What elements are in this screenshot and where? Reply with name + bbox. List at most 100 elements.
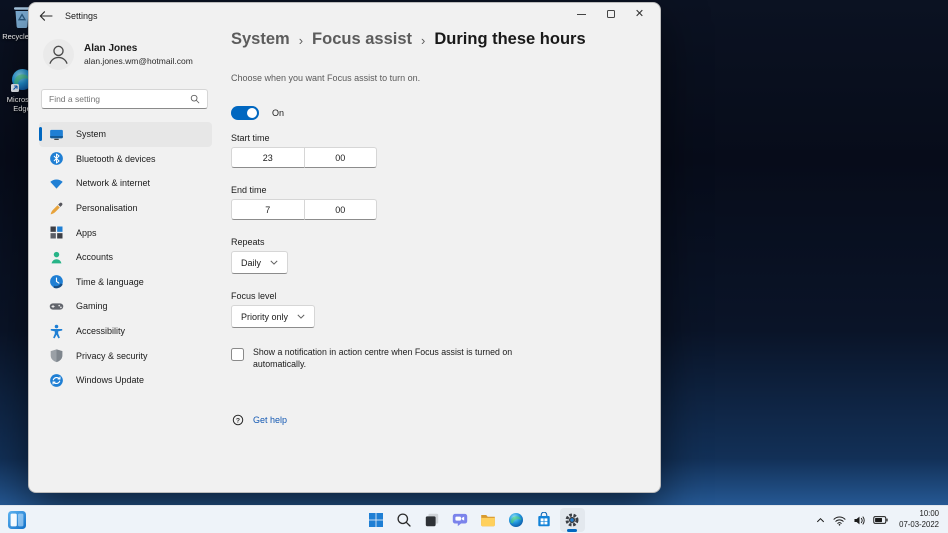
sidebar-item-label: System [76, 129, 107, 140]
page-description: Choose when you want Focus assist to tur… [231, 73, 421, 83]
selected-indicator [39, 127, 42, 141]
file-explorer-icon [481, 514, 495, 526]
taskbar-clock[interactable]: 10:00 07-03-2022 [899, 509, 939, 530]
settings-button[interactable] [559, 507, 585, 532]
sidebar-item-label: Network & internet [76, 178, 151, 189]
person-icon [49, 250, 64, 265]
breadcrumb: System › Focus assist › During these hou… [231, 30, 586, 49]
help-icon: ? [232, 414, 244, 426]
chevron-down-icon [297, 314, 305, 319]
start-time-label: Start time [231, 133, 270, 143]
wifi-icon [833, 515, 846, 526]
sidebar-item-accounts[interactable]: Accounts [39, 245, 212, 270]
battery-icon [873, 516, 888, 524]
settings-window: Settings ✕ Alan Jones alan.jones.wm@hotm… [28, 2, 661, 493]
taskbar-search-button[interactable] [392, 508, 417, 532]
sidebar-item-gaming[interactable]: Gaming [39, 294, 212, 319]
clock-globe-icon [49, 274, 64, 289]
chevron-down-icon [270, 260, 278, 265]
tray-network-button[interactable] [833, 515, 846, 526]
sidebar-item-apps[interactable]: Apps [39, 220, 212, 245]
toggle-state-label: On [272, 108, 285, 118]
chevron-right-icon: › [421, 32, 426, 48]
sidebar-item-label: Privacy & security [76, 350, 148, 361]
search-input[interactable] [49, 94, 190, 104]
settings-search [41, 89, 208, 109]
back-arrow-icon [39, 11, 53, 21]
sidebar-item-label: Windows Update [76, 375, 145, 386]
end-minute-input[interactable]: 00 [303, 199, 377, 220]
minimize-button[interactable] [567, 3, 596, 25]
edge-button[interactable] [504, 508, 529, 532]
notification-checkbox[interactable] [231, 348, 244, 361]
task-view-button[interactable] [420, 508, 445, 532]
end-hour-input[interactable]: 7 [231, 199, 305, 220]
profile-name: Alan Jones [84, 43, 138, 54]
sidebar-item-privacy-security[interactable]: Privacy & security [39, 343, 212, 368]
sidebar-nav: System Bluetooth & devices Network & int… [29, 122, 222, 393]
file-explorer-button[interactable] [476, 508, 501, 532]
accessibility-icon [49, 324, 64, 339]
sidebar-item-label: Time & language [76, 276, 144, 287]
focus-level-dropdown[interactable]: Priority only [231, 305, 316, 328]
sidebar-item-bluetooth-devices[interactable]: Bluetooth & devices [39, 147, 212, 172]
tray-volume-button[interactable] [853, 515, 866, 526]
sidebar-item-label: Accounts [76, 252, 114, 263]
toggle-knob [247, 108, 257, 118]
tray-time: 10:00 [919, 509, 939, 519]
get-help-link[interactable]: Get help [253, 415, 287, 425]
repeats-label: Repeats [231, 237, 265, 247]
chevron-up-icon [817, 517, 825, 522]
close-icon: ✕ [634, 7, 645, 20]
start-button[interactable] [364, 508, 389, 532]
maximize-button[interactable] [596, 3, 625, 25]
tray-chevron-button[interactable] [815, 515, 826, 526]
sidebar-item-personalisation[interactable]: Personalisation [39, 196, 212, 221]
repeats-value: Daily [241, 257, 262, 268]
back-button[interactable] [39, 9, 57, 25]
store-button[interactable] [532, 508, 557, 532]
focus-assist-toggle[interactable] [231, 106, 259, 120]
start-icon [369, 512, 383, 527]
sidebar-item-time-language[interactable]: Time & language [39, 270, 212, 295]
window-title: Settings [65, 11, 98, 21]
sidebar-item-label: Personalisation [76, 203, 138, 214]
sidebar-item-label: Gaming [76, 301, 108, 312]
sidebar-item-network-internet[interactable]: Network & internet [39, 171, 212, 196]
profile-email: alan.jones.wm@hotmail.com [84, 56, 193, 66]
brush-icon [49, 201, 64, 216]
sidebar-item-label: Bluetooth & devices [76, 153, 156, 164]
close-button[interactable]: ✕ [625, 3, 654, 25]
sidebar-item-label: Apps [76, 227, 97, 238]
focus-level-label: Focus level [231, 291, 277, 301]
edge-icon [509, 512, 523, 527]
shield-icon [49, 348, 64, 363]
apps-grid-icon [49, 225, 64, 240]
end-time-picker: 7 00 [231, 199, 377, 220]
breadcrumb-focus-assist[interactable]: Focus assist [312, 30, 412, 49]
repeats-dropdown[interactable]: Daily [231, 251, 289, 274]
sidebar-item-accessibility[interactable]: Accessibility [39, 319, 212, 344]
gamepad-icon [49, 299, 64, 314]
search-icon [190, 94, 200, 104]
svg-text:?: ? [236, 418, 240, 425]
minimize-icon [577, 13, 586, 15]
update-icon [49, 373, 64, 388]
tray-battery-button[interactable] [873, 515, 888, 525]
breadcrumb-system[interactable]: System [231, 30, 290, 49]
chat-icon [452, 513, 468, 526]
start-minute-input[interactable]: 00 [303, 147, 377, 168]
task-view-icon [425, 513, 439, 526]
wifi-icon [49, 176, 64, 191]
monitor-icon [49, 127, 64, 142]
start-hour-input[interactable]: 23 [231, 147, 305, 168]
sidebar-item-system[interactable]: System [39, 122, 212, 147]
sidebar-item-windows-update[interactable]: Windows Update [39, 368, 212, 393]
notification-checkbox-label: Show a notification in action centre whe… [253, 347, 513, 369]
search-icon [397, 512, 411, 527]
active-app-indicator [567, 529, 577, 532]
user-profile[interactable]: Alan Jones alan.jones.wm@hotmail.com [43, 39, 193, 70]
chat-button[interactable] [448, 508, 473, 532]
end-time-label: End time [231, 185, 267, 195]
start-time-picker: 23 00 [231, 147, 377, 168]
